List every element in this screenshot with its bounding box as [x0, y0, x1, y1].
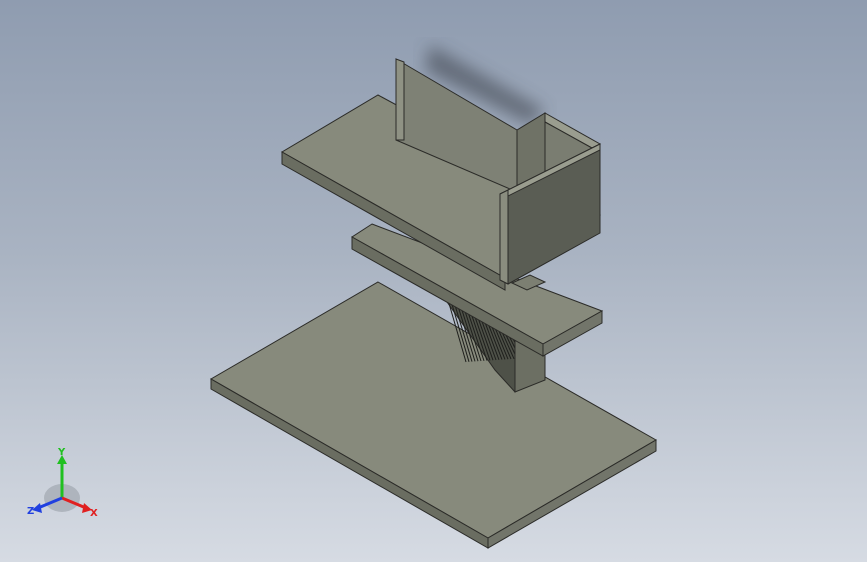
graphics-viewport[interactable]: Y X Z	[0, 0, 867, 562]
orientation-triad[interactable]: Y X Z	[22, 446, 106, 526]
triad-z-label: Z	[27, 506, 34, 517]
3d-model-view[interactable]	[0, 0, 867, 562]
triad-y-label: Y	[57, 447, 66, 458]
triad-x-label: X	[90, 508, 98, 519]
